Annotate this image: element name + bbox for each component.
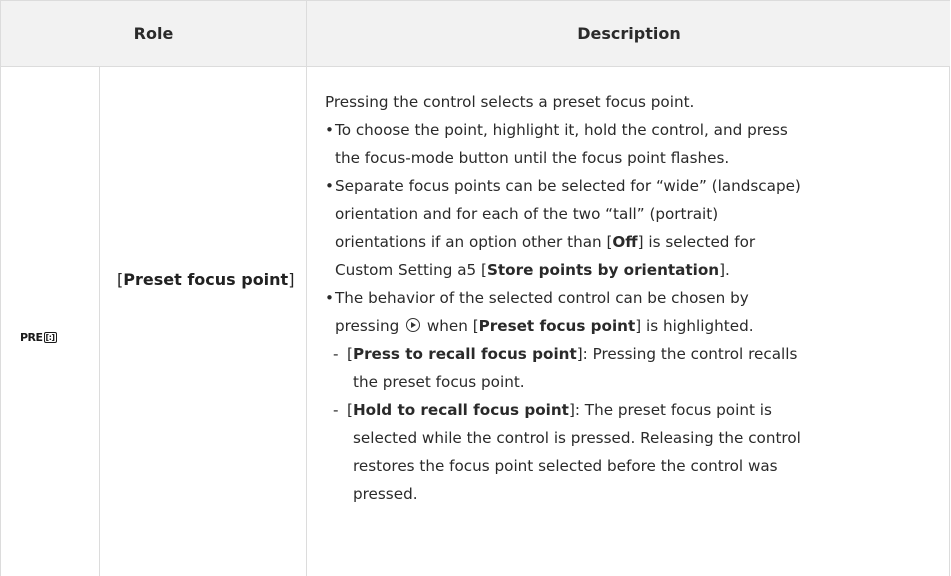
header-description: Description xyxy=(306,1,951,66)
sub-item: - [Press to recall focus point]: Pressing… xyxy=(333,345,798,363)
preset-focus-icon: PRE [:] xyxy=(20,331,57,344)
role-name-bold: Preset focus point xyxy=(123,270,289,289)
role-name: [Preset focus point] xyxy=(117,270,295,289)
bullet-item: • The behavior of the selected control ca… xyxy=(325,289,749,307)
table-header: Role Description xyxy=(1,0,950,67)
header-role: Role xyxy=(133,24,174,43)
sub-item: - [Hold to recall focus point]: The prese… xyxy=(333,401,772,419)
role-icon-cell: PRE [:] xyxy=(1,67,99,576)
preset-focus-icon-label: PRE xyxy=(20,331,43,344)
role-name-cell: [Preset focus point] xyxy=(99,67,307,576)
bullet-item: • To choose the point, highlight it, hold… xyxy=(325,121,788,139)
description-cell: Pressing the control selects a preset fo… xyxy=(306,67,951,576)
bullet-item: • Separate focus points can be selected f… xyxy=(325,177,801,195)
desc-intro: Pressing the control selects a preset fo… xyxy=(325,93,695,111)
preset-focus-icon-box: [:] xyxy=(43,332,57,343)
function-table: Role Description PRE [:] [Preset focus po… xyxy=(0,0,950,576)
description-text: Pressing the control selects a preset fo… xyxy=(325,88,937,508)
multi-selector-right-icon xyxy=(406,318,421,332)
